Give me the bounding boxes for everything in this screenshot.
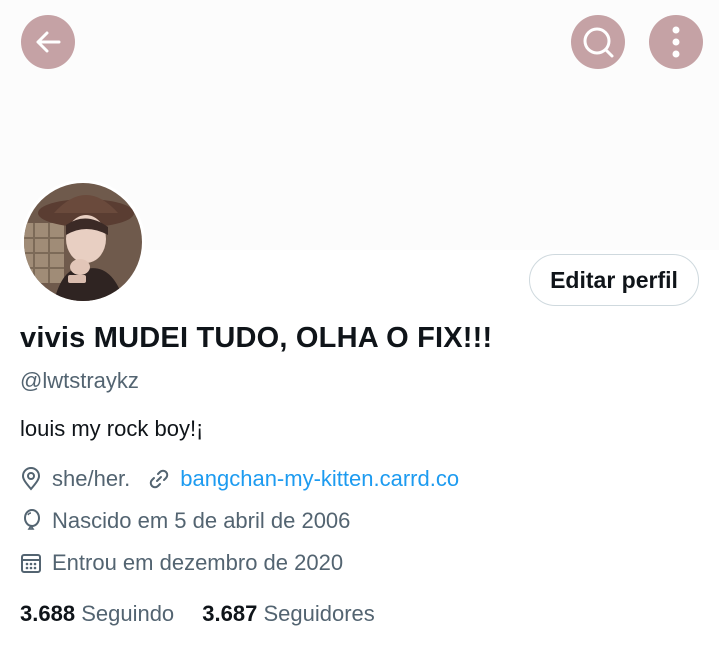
followers-stat[interactable]: 3.687 Seguidores	[202, 601, 375, 627]
following-label: Seguindo	[81, 601, 175, 626]
edit-profile-button[interactable]: Editar perfil	[529, 254, 699, 306]
link-icon	[150, 469, 169, 489]
user-handle: @lwtstraykz	[20, 368, 139, 393]
balloon-icon	[24, 509, 40, 530]
display-name: vivis MUDEI TUDO, OLHA O FIX!!!	[20, 322, 493, 354]
following-count: 3.688	[20, 601, 76, 626]
search-button[interactable]	[571, 15, 625, 69]
following-stat[interactable]: 3.688 Seguindo	[20, 601, 174, 627]
joined-text: Entrou em dezembro de 2020	[52, 550, 344, 575]
calendar-icon	[21, 554, 41, 573]
arrow-left-icon	[36, 31, 61, 53]
avatar[interactable]	[21, 180, 145, 304]
profile-meta-birthday: Nascido em 5 de abril de 2006	[20, 508, 350, 534]
back-button[interactable]	[21, 15, 75, 69]
avatar-image	[24, 183, 142, 301]
profile-meta-location-link: she/her. bangchan-my-kitten.carrd.co	[20, 466, 459, 492]
more-button[interactable]	[649, 15, 703, 69]
followers-count: 3.687	[202, 601, 258, 626]
search-icon	[583, 27, 614, 58]
follow-stats: 3.688 Seguindo 3.687 Seguidores	[20, 601, 375, 627]
bio: louis my rock boy!¡	[20, 416, 204, 441]
website-link[interactable]: bangchan-my-kitten.carrd.co	[180, 466, 459, 492]
more-vertical-icon	[672, 26, 680, 58]
location-pin-icon	[21, 467, 41, 491]
pronouns-text: she/her.	[52, 466, 131, 491]
profile-meta-joined: Entrou em dezembro de 2020	[20, 550, 343, 576]
followers-label: Seguidores	[263, 601, 375, 626]
birthday-text: Nascido em 5 de abril de 2006	[52, 508, 351, 533]
